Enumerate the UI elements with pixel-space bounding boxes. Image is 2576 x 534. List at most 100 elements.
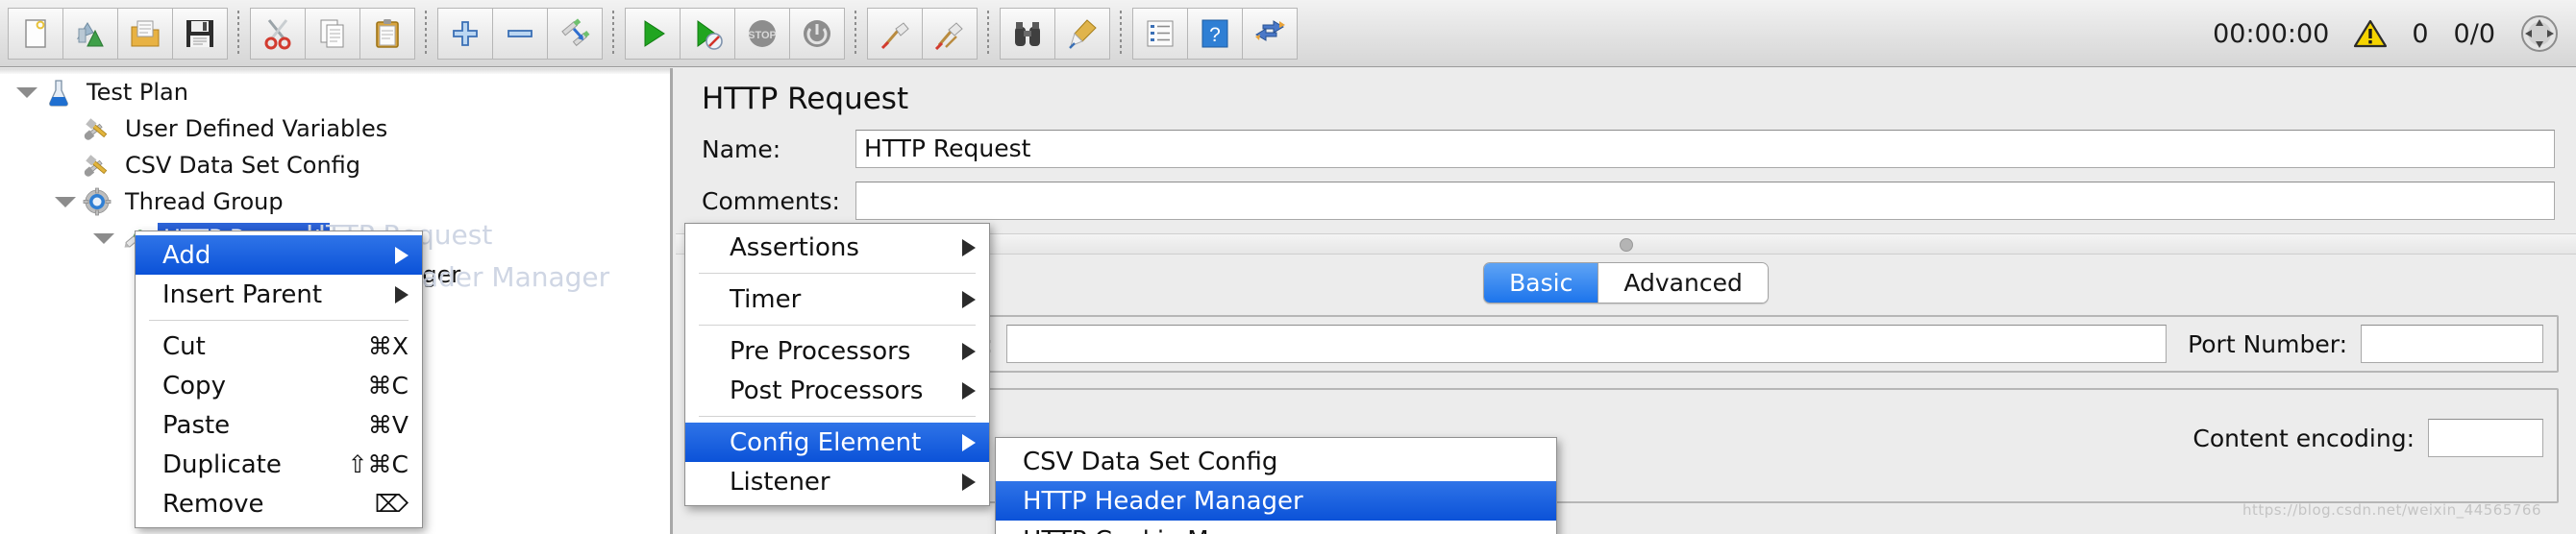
menu-item-add[interactable]: Add [136, 235, 422, 275]
copy-button[interactable] [305, 7, 360, 60]
submenu-item-post-processors[interactable]: Post Processors [685, 371, 989, 410]
name-field-row: Name: HTTP Request [676, 126, 2576, 172]
clear-all-button[interactable] [922, 7, 978, 60]
tab-segmented-control[interactable]: Basic Advanced [1483, 262, 1769, 303]
port-number-label: Port Number: [2188, 329, 2347, 358]
menu-item-label: HTTP Header Manager [1023, 486, 1303, 516]
submenu-item-config-element[interactable]: Config Element [685, 423, 989, 462]
clear-button[interactable] [867, 7, 923, 60]
menu-item-shortcut: ⇧⌘C [347, 450, 409, 478]
tree-node-user-defined-variables[interactable]: User Defined Variables [0, 110, 670, 147]
active-threads-icon [2520, 14, 2559, 53]
open-button[interactable] [117, 7, 173, 60]
templates-button[interactable] [62, 7, 118, 60]
new-test-plan-button[interactable] [8, 7, 63, 60]
tree-expand-toggle[interactable] [48, 196, 83, 207]
menu-item-label: Insert Parent [162, 279, 323, 309]
tree-context-menu[interactable]: Add Insert Parent Cut ⌘X Copy ⌘C Paste ⌘V Duplic… [135, 231, 423, 528]
svg-text:STOP: STOP [748, 30, 777, 41]
search-button[interactable] [1000, 7, 1055, 60]
toolbar-status-area: 00:00:00 0 0/0 [2213, 0, 2559, 67]
toolbar-separator [612, 10, 614, 57]
menu-item-remove[interactable]: Remove ⌦ [136, 484, 422, 523]
menu-separator [699, 273, 976, 274]
thread-count-label: 0/0 [2453, 18, 2495, 49]
arrows-blue-icon [1253, 17, 1286, 50]
plus-icon [449, 17, 482, 50]
elapsed-time-label: 00:00:00 [2213, 18, 2330, 49]
menu-item-label: Pre Processors [730, 336, 911, 366]
menu-item-paste[interactable]: Paste ⌘V [136, 405, 422, 445]
clipboard-icon [371, 17, 404, 50]
menu-separator [149, 320, 409, 321]
toolbar-separator [425, 10, 427, 57]
menu-item-label: Assertions [730, 232, 859, 262]
submenu-item-timer[interactable]: Timer [685, 279, 989, 319]
port-number-input[interactable] [2361, 325, 2543, 363]
splitter-knob[interactable] [1619, 238, 1633, 252]
stop-button[interactable]: STOP [734, 7, 790, 60]
start-no-pauses-button[interactable] [680, 7, 735, 60]
config-tools-icon [83, 151, 111, 180]
function-helper-button[interactable] [1132, 7, 1188, 60]
menu-item-label: Paste [162, 410, 231, 440]
shutdown-icon [801, 17, 833, 50]
menu-item-label: Cut [162, 331, 206, 361]
content-encoding-input[interactable] [2428, 419, 2543, 457]
play-no-pause-icon [691, 17, 724, 50]
toggle-button[interactable] [547, 7, 603, 60]
menu-item-insert-parent[interactable]: Insert Parent [136, 275, 422, 314]
config-item-http-cookie-manager[interactable]: HTTP Cookie Manager [996, 521, 1556, 534]
menu-item-label: Add [162, 240, 211, 270]
save-button[interactable] [172, 7, 228, 60]
cut-button[interactable] [250, 7, 306, 60]
submenu-arrow-icon [962, 473, 976, 491]
menu-item-shortcut: ⌦ [374, 490, 409, 518]
submenu-item-assertions[interactable]: Assertions [685, 228, 989, 267]
shutdown-button[interactable] [789, 7, 845, 60]
undo-redo-button[interactable] [1242, 7, 1298, 60]
menu-item-shortcut: ⌘C [367, 372, 409, 400]
menu-item-copy[interactable]: Copy ⌘C [136, 366, 422, 405]
collapse-all-button[interactable] [492, 7, 548, 60]
new-document-icon [19, 17, 52, 50]
comments-input[interactable] [855, 182, 2555, 220]
tab-advanced[interactable]: Advanced [1598, 263, 1768, 303]
comments-label: Comments: [702, 186, 840, 215]
svg-text:?: ? [1209, 24, 1221, 46]
submenu-item-listener[interactable]: Listener [685, 462, 989, 501]
submenu-arrow-icon [962, 433, 976, 451]
tree-node-test-plan[interactable]: Test Plan [0, 74, 670, 110]
warning-triangle-icon[interactable] [2354, 19, 2388, 48]
tree-expand-toggle[interactable] [87, 232, 121, 244]
broom-icon [879, 17, 911, 50]
tree-node-csv-data-set-config[interactable]: CSV Data Set Config [0, 147, 670, 183]
tree-expand-toggle[interactable] [10, 86, 44, 98]
menu-item-cut[interactable]: Cut ⌘X [136, 327, 422, 366]
menu-item-label: CSV Data Set Config [1023, 447, 1278, 476]
config-item-csv-data-set-config[interactable]: CSV Data Set Config [996, 442, 1556, 481]
menu-item-duplicate[interactable]: Duplicate ⇧⌘C [136, 445, 422, 484]
add-submenu[interactable]: Assertions Timer Pre Processors Post Proces… [684, 223, 990, 506]
menu-item-label: Duplicate [162, 449, 282, 479]
expand-all-button[interactable] [437, 7, 493, 60]
menu-item-shortcut: ⌘V [367, 411, 409, 439]
menu-separator [699, 325, 976, 326]
page-title: HTTP Request [702, 82, 909, 116]
config-element-submenu[interactable]: CSV Data Set Config HTTP Header Manager HT… [995, 437, 1557, 534]
search-reset-button[interactable] [1054, 7, 1110, 60]
help-button[interactable]: ? [1187, 7, 1243, 60]
start-button[interactable] [625, 7, 681, 60]
tab-basic[interactable]: Basic [1484, 263, 1598, 303]
paste-button[interactable] [359, 7, 415, 60]
submenu-item-pre-processors[interactable]: Pre Processors [685, 331, 989, 371]
menu-item-label: Config Element [730, 427, 922, 457]
menu-item-label: Listener [730, 467, 830, 497]
templates-icon [74, 17, 107, 50]
config-item-http-header-manager[interactable]: HTTP Header Manager [996, 481, 1556, 521]
server-name-input[interactable] [1006, 325, 2167, 363]
toggle-pencils-icon [558, 17, 591, 50]
tree-node-thread-group[interactable]: Thread Group [0, 183, 670, 220]
name-input[interactable]: HTTP Request [855, 130, 2555, 168]
name-label: Name: [702, 134, 781, 163]
